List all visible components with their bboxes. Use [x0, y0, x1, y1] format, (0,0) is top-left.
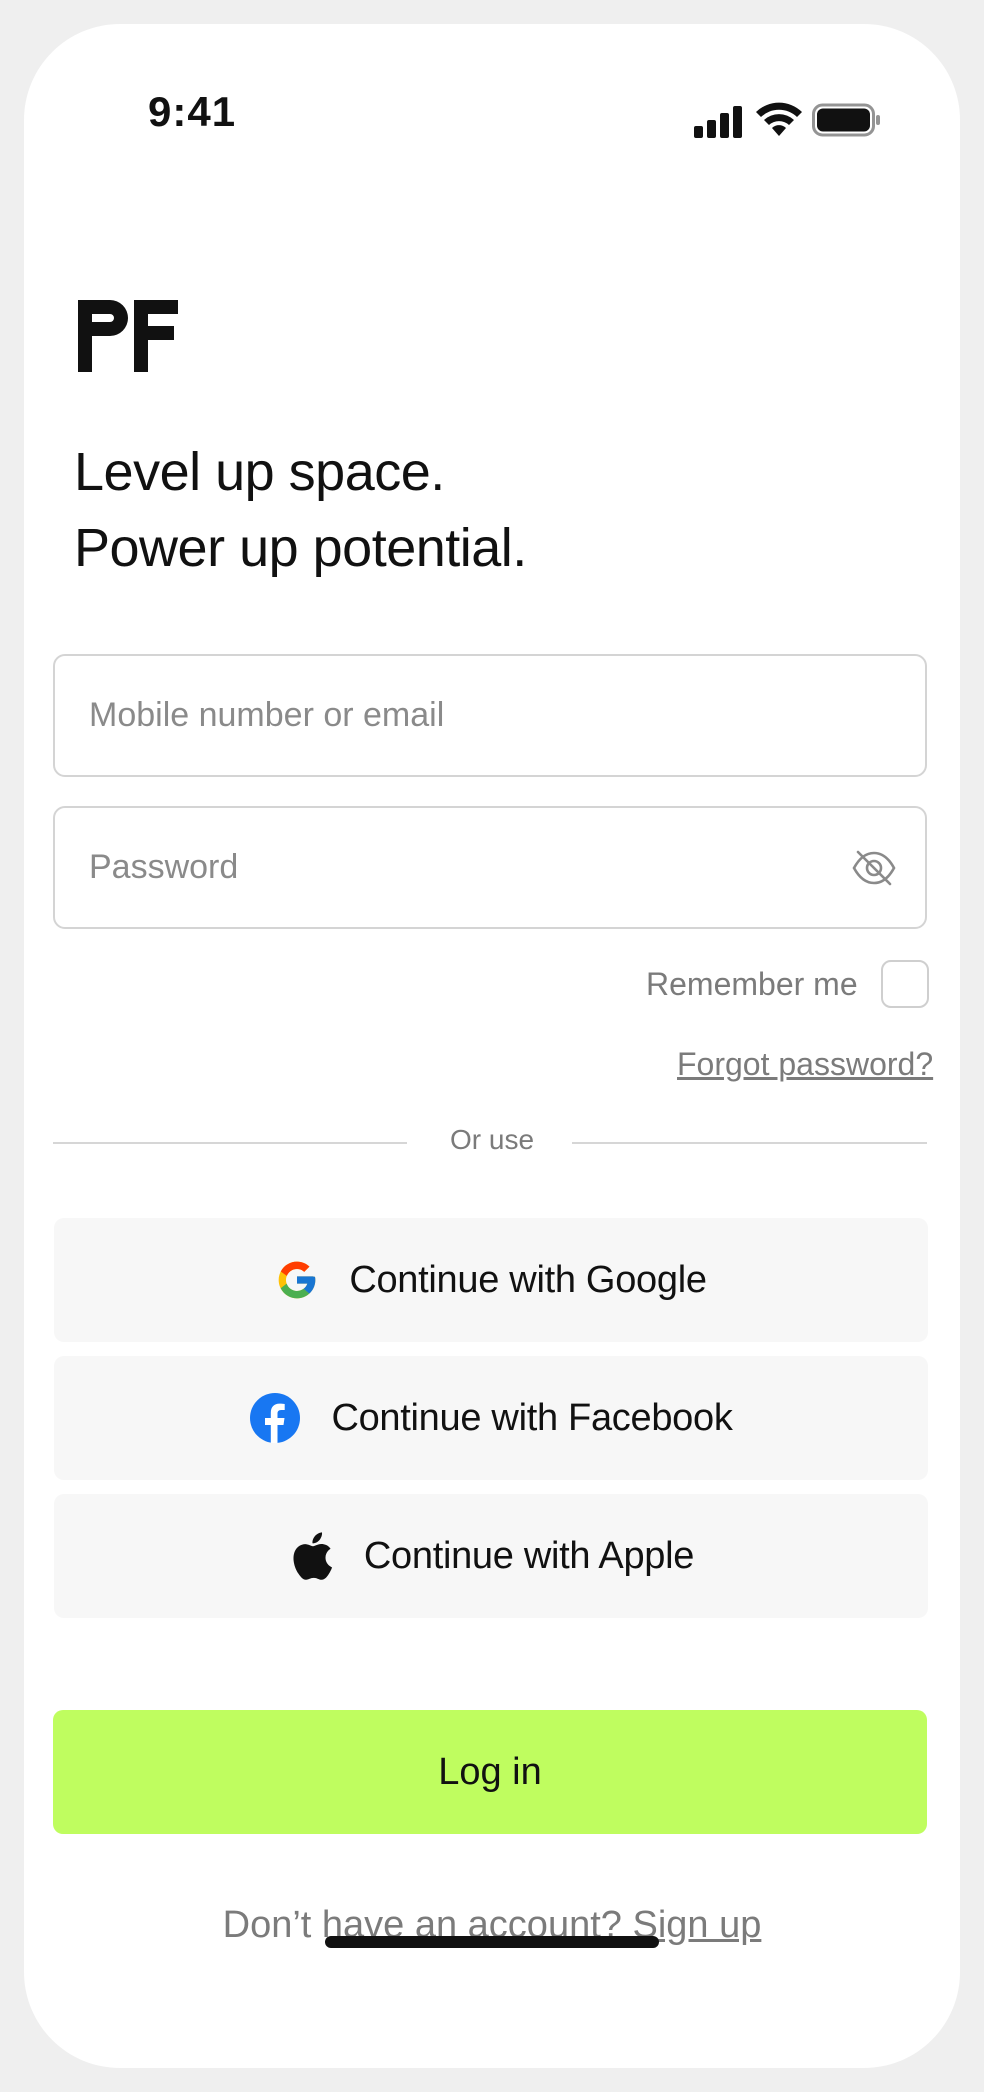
home-indicator	[325, 1936, 659, 1948]
continue-with-apple-button[interactable]: Continue with Apple	[54, 1494, 928, 1618]
login-button[interactable]: Log in	[53, 1710, 927, 1834]
status-time: 9:41	[148, 88, 237, 135]
brand-logo	[76, 300, 180, 377]
continue-with-google-label: Continue with Google	[349, 1258, 707, 1301]
remember-me-label: Remember me	[646, 966, 858, 1002]
apple-icon	[293, 1532, 332, 1580]
continue-with-google-button[interactable]: Continue with Google	[54, 1218, 928, 1342]
wifi-icon	[756, 102, 802, 136]
password-field[interactable]	[53, 806, 927, 929]
divider-label: Or use	[449, 1124, 535, 1155]
identifier-input[interactable]	[89, 656, 849, 775]
divider-line-left	[53, 1142, 407, 1144]
headline-line-1: Level up space.	[74, 442, 445, 502]
continue-with-facebook-label: Continue with Facebook	[331, 1396, 733, 1439]
facebook-icon	[250, 1393, 301, 1443]
headline: Level up space. Power up potential.	[74, 434, 527, 586]
forgot-password-link[interactable]: Forgot password?	[677, 1046, 933, 1083]
continue-with-apple-label: Continue with Apple	[363, 1534, 695, 1577]
battery-icon	[812, 103, 880, 137]
remember-me-checkbox[interactable]	[881, 960, 929, 1008]
eye-off-icon[interactable]	[851, 848, 897, 888]
password-input[interactable]	[89, 808, 849, 927]
google-icon	[278, 1261, 316, 1299]
cellular-signal-icon	[694, 106, 742, 138]
headline-line-2: Power up potential.	[74, 518, 527, 578]
divider-line-right	[572, 1142, 927, 1144]
login-label: Log in	[438, 1750, 542, 1793]
phone-frame: 9:41 Level up space. Power up potential.	[24, 24, 960, 2068]
identifier-field[interactable]	[53, 654, 927, 777]
continue-with-facebook-button[interactable]: Continue with Facebook	[54, 1356, 928, 1480]
